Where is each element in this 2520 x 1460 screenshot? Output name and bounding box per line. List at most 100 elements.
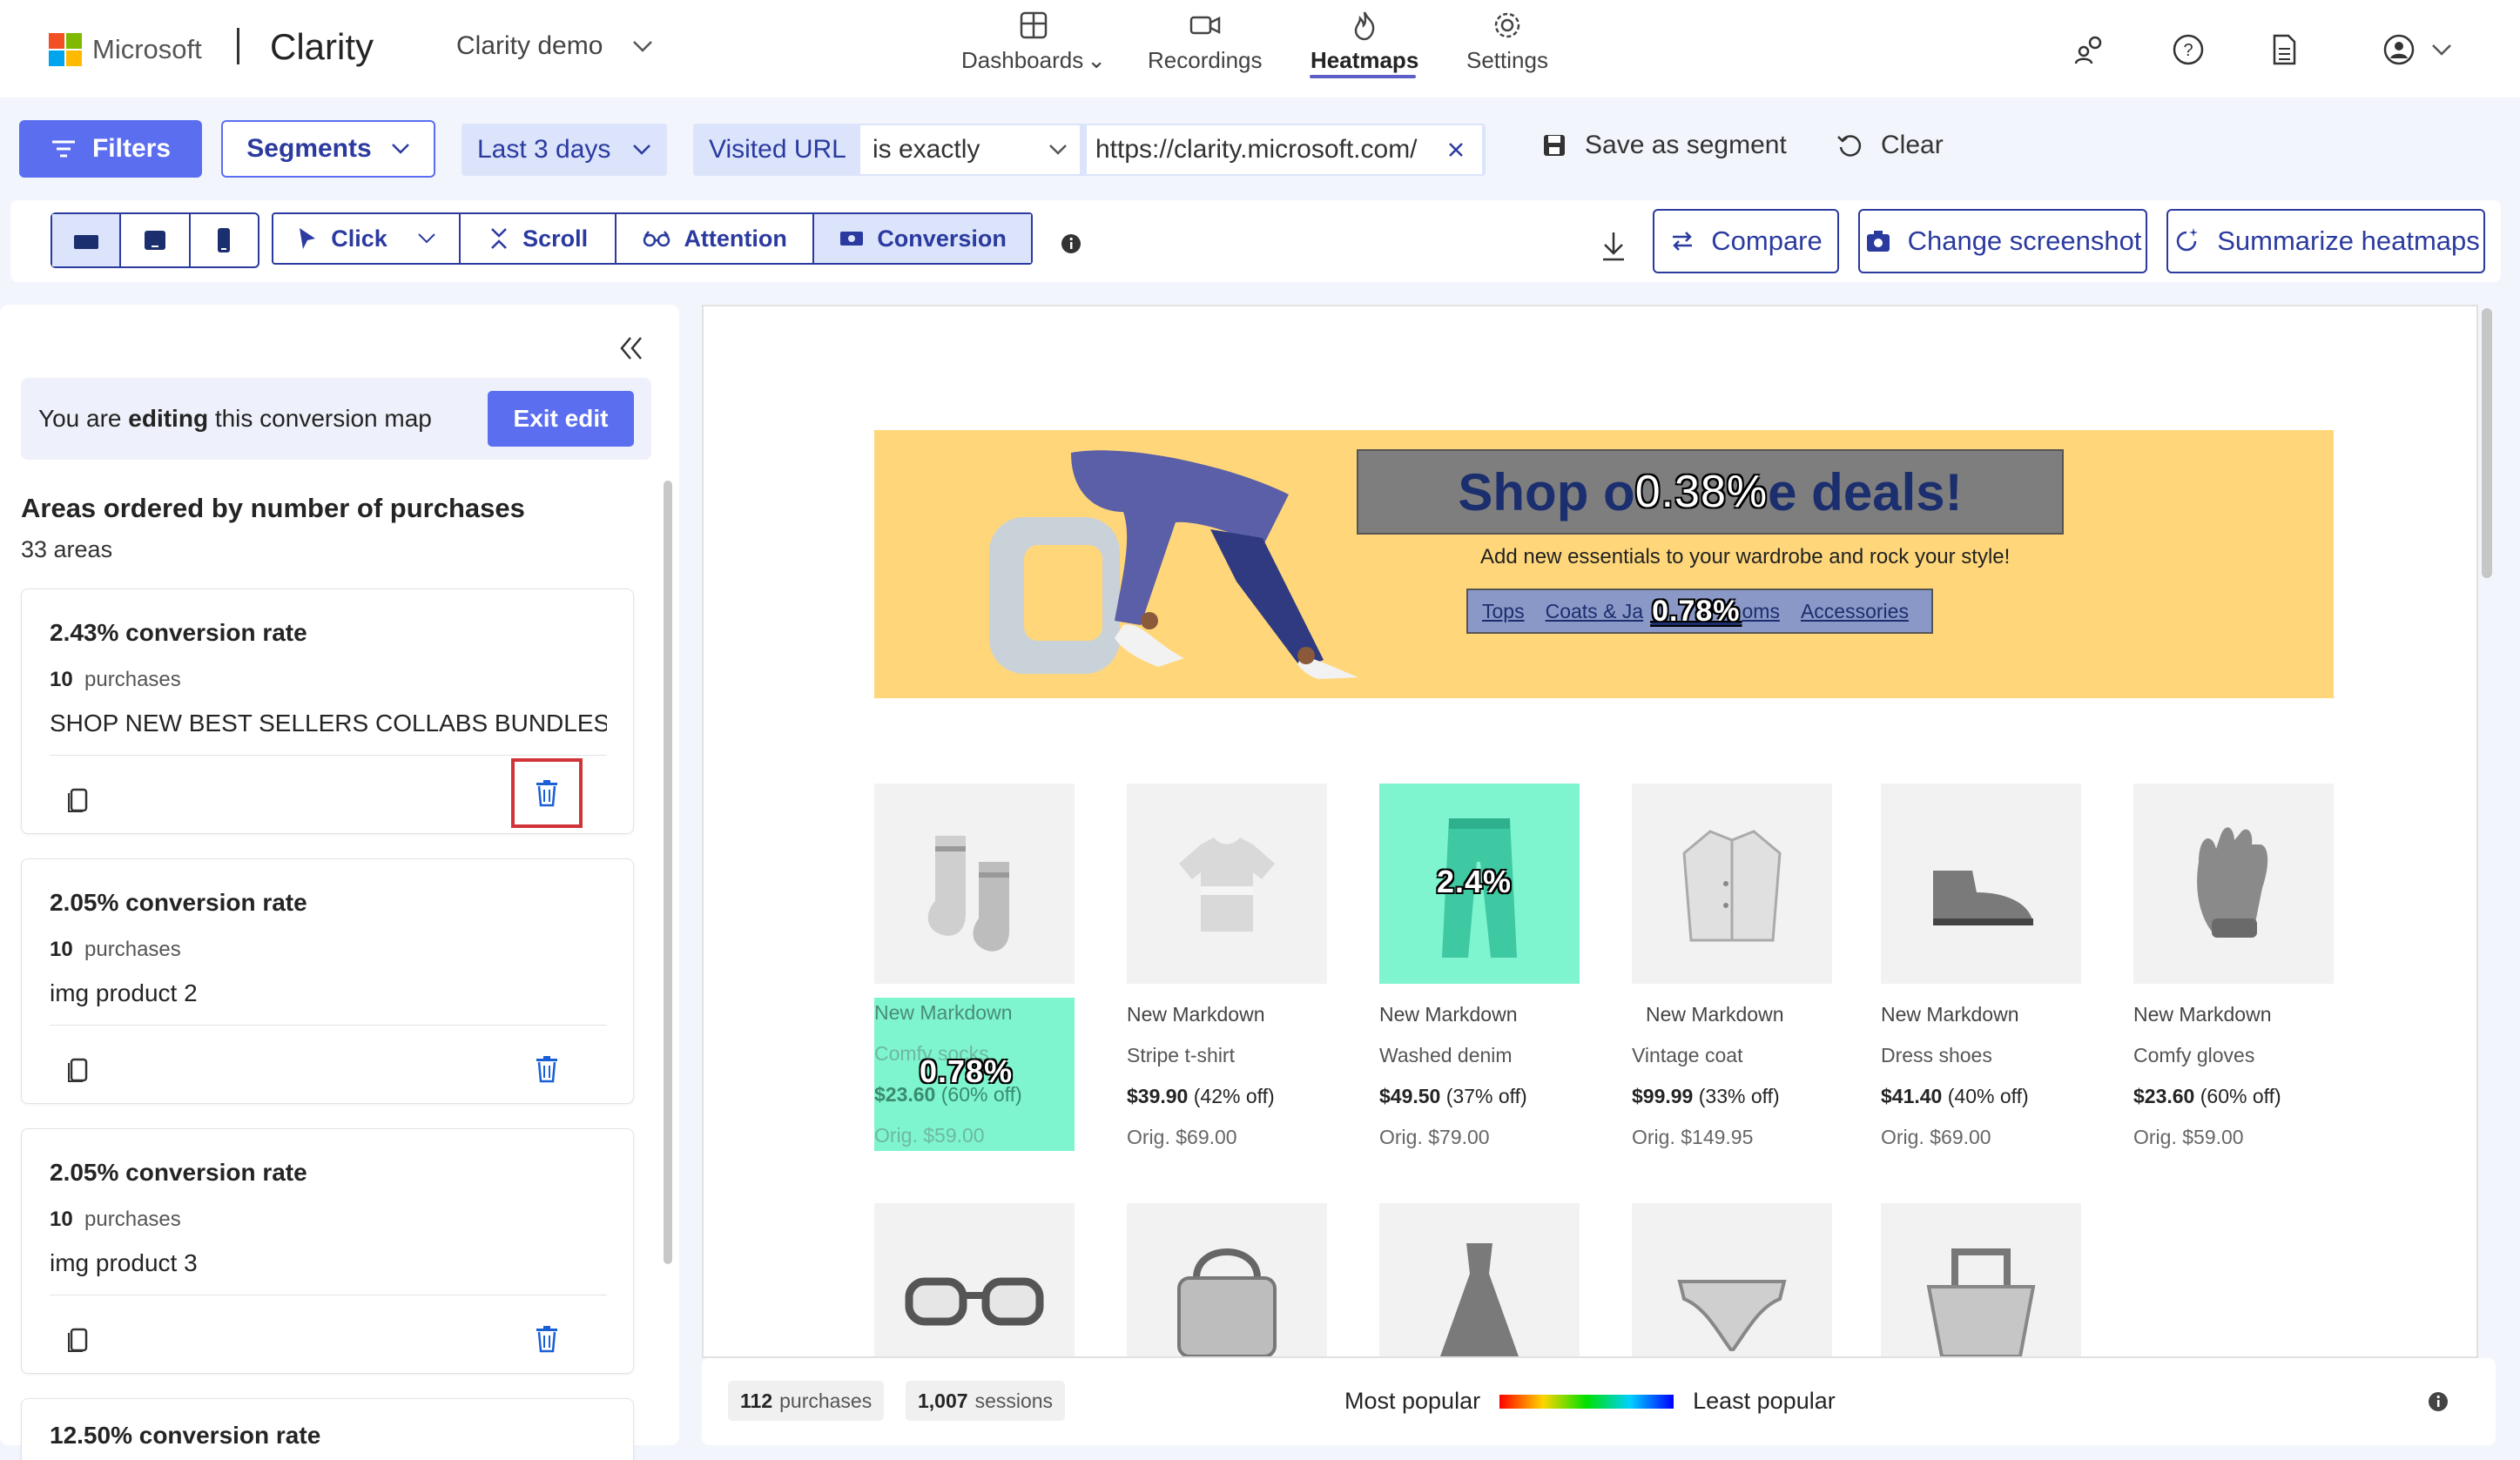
copy-icon[interactable] bbox=[65, 784, 91, 814]
purchases-count: 10 purchases bbox=[50, 1208, 181, 1231]
help-icon[interactable]: ? bbox=[2170, 31, 2207, 68]
clear-label: Clear bbox=[1881, 131, 1944, 159]
date-range-chip[interactable]: Last 3 days bbox=[462, 124, 667, 176]
area-name: img product 3 bbox=[50, 1249, 198, 1276]
nav-dashboards[interactable]: Dashboards ⌄ bbox=[961, 9, 1106, 74]
product-image bbox=[1632, 784, 1832, 984]
product-card[interactable]: New Markdown Comfy socks $23.60 (60% off… bbox=[874, 784, 1075, 1151]
edit-mode-banner: You are editing this conversion map Exit… bbox=[21, 378, 651, 460]
compare-label: Compare bbox=[1711, 225, 1823, 256]
area-card[interactable]: 2.43% conversion rate 10 purchases SHOP … bbox=[21, 589, 634, 834]
tablet-device-button[interactable] bbox=[121, 214, 191, 266]
svg-text:?: ? bbox=[2183, 41, 2193, 60]
product-name[interactable]: Clarity bbox=[270, 26, 374, 68]
summarize-heatmaps-button[interactable]: Summarize heatmaps bbox=[2166, 209, 2485, 273]
tshirt-icon bbox=[1179, 838, 1275, 932]
desktop-device-button[interactable] bbox=[52, 214, 122, 266]
mode-conversion[interactable]: Conversion bbox=[814, 214, 1031, 263]
area-name: SHOP NEW BEST SELLERS COLLABS BUNDLES AC… bbox=[50, 710, 607, 737]
banner-links[interactable]: Tops Coats & Ja 0.78% oms Accessories bbox=[1466, 589, 1933, 634]
tablet-icon bbox=[144, 231, 165, 250]
project-selector[interactable]: Clarity demo bbox=[456, 31, 653, 61]
change-screenshot-button[interactable]: Change screenshot bbox=[1858, 209, 2147, 273]
avatar-icon bbox=[2383, 34, 2415, 65]
segments-button[interactable]: Segments bbox=[221, 120, 435, 178]
panel-scrollbar[interactable] bbox=[664, 481, 672, 1264]
microsoft-logo[interactable]: Microsoft bbox=[49, 33, 202, 66]
nav-recordings[interactable]: Recordings bbox=[1148, 9, 1263, 74]
info-icon[interactable] bbox=[1061, 233, 1081, 254]
product-image bbox=[1881, 784, 2081, 984]
nav-settings[interactable]: Settings bbox=[1466, 9, 1548, 74]
active-nav-indicator bbox=[1310, 75, 1416, 78]
heat-percentage: 2.4% bbox=[1437, 864, 1513, 899]
operator-dropdown[interactable]: is exactly bbox=[860, 125, 1080, 174]
heat-percentage: 0.38% bbox=[1634, 467, 1769, 517]
product-image[interactable] bbox=[874, 1203, 1075, 1356]
product-name: Vintage coat bbox=[1632, 1044, 1743, 1066]
double-chevron-left-icon[interactable] bbox=[617, 334, 646, 362]
delete-area-button[interactable] bbox=[511, 758, 583, 828]
product-tag: New Markdown bbox=[874, 1001, 1013, 1024]
product-image[interactable] bbox=[1881, 1203, 2081, 1356]
product-image[interactable] bbox=[1379, 1203, 1580, 1356]
product-tag: New Markdown bbox=[2133, 1003, 2272, 1026]
link-accessories[interactable]: Accessories bbox=[1801, 600, 1909, 623]
link-tops[interactable]: Tops bbox=[1482, 600, 1525, 623]
account-menu[interactable] bbox=[2381, 31, 2452, 68]
mobile-device-button[interactable] bbox=[191, 214, 258, 266]
bag-icon bbox=[1177, 1248, 1277, 1356]
banner-subtitle: Add new essentials to your wardrobe and … bbox=[1480, 545, 2011, 569]
product-name: Washed denim bbox=[1379, 1044, 1513, 1066]
url-value-field[interactable]: https://clarity.microsoft.com/ bbox=[1087, 125, 1482, 174]
banner-title-area[interactable]: Shop o 0.38% e deals! bbox=[1357, 449, 2064, 535]
mode-attention[interactable]: Attention bbox=[617, 214, 815, 263]
clear-button[interactable]: Clear bbox=[1836, 131, 1944, 160]
product-card[interactable]: 2.4% New Markdown Washed denim $49.50 (3… bbox=[1379, 784, 1580, 1149]
document-icon[interactable] bbox=[2266, 31, 2302, 68]
product-tag: New Markdown bbox=[1881, 1003, 2019, 1026]
chevron-down-icon bbox=[633, 41, 653, 52]
areas-title: Areas ordered by number of purchases bbox=[21, 493, 525, 523]
copy-icon[interactable] bbox=[65, 1324, 91, 1354]
delete-area-button[interactable] bbox=[527, 1319, 567, 1359]
save-segment-button[interactable]: Save as segment bbox=[1541, 131, 1787, 160]
filters-button[interactable]: Filters bbox=[19, 120, 202, 178]
banner-title-left: Shop o bbox=[1458, 462, 1635, 521]
video-camera-icon bbox=[1189, 16, 1220, 35]
product-image[interactable] bbox=[1127, 1203, 1327, 1356]
purchases-count: 10 purchases bbox=[50, 938, 181, 961]
flame-icon bbox=[1354, 11, 1375, 41]
copy-icon[interactable] bbox=[65, 1054, 91, 1084]
mode-label: Scroll bbox=[522, 225, 589, 252]
close-icon[interactable] bbox=[1445, 139, 1466, 160]
product-card[interactable]: New Markdown Dress shoes $41.40 (40% off… bbox=[1881, 784, 2081, 1149]
product-orig-price: Orig. $149.95 bbox=[1632, 1126, 1754, 1148]
swap-icon bbox=[1673, 232, 1693, 251]
area-card[interactable]: 2.05% conversion rate 10 purchases img p… bbox=[21, 1128, 634, 1374]
mode-scroll[interactable]: Scroll bbox=[461, 214, 617, 263]
delete-area-button[interactable] bbox=[527, 1049, 567, 1089]
area-card[interactable]: 2.05% conversion rate 10 purchases img p… bbox=[21, 858, 634, 1104]
area-card[interactable]: 12.50% conversion rate bbox=[21, 1398, 634, 1460]
product-card[interactable]: New Markdown Stripe t-shirt $39.90 (42% … bbox=[1127, 784, 1327, 1149]
product-card[interactable]: New Markdown Vintage coat $99.99 (33% of… bbox=[1632, 784, 1832, 1149]
download-icon[interactable] bbox=[1599, 230, 1628, 263]
nav-label: Dashboards bbox=[961, 47, 1084, 73]
nav-heatmaps[interactable]: Heatmaps bbox=[1311, 9, 1418, 74]
link-bottoms[interactable]: oms bbox=[1742, 600, 1780, 623]
heat-area[interactable]: New Markdown Comfy socks $23.60 (60% off… bbox=[874, 998, 1075, 1151]
money-icon bbox=[840, 232, 864, 246]
desktop-icon bbox=[73, 235, 98, 249]
product-image[interactable] bbox=[1632, 1203, 1832, 1356]
link-coats[interactable]: Coats & Ja bbox=[1546, 600, 1644, 623]
share-users-icon[interactable] bbox=[2072, 31, 2109, 68]
chevron-down-icon bbox=[2432, 44, 2451, 56]
product-card[interactable]: New Markdown Comfy gloves $23.60 (60% of… bbox=[2133, 784, 2334, 1149]
preview-scrollbar[interactable] bbox=[2482, 308, 2492, 578]
compare-button[interactable]: Compare bbox=[1653, 209, 1839, 273]
heat-percentage: 0.78% bbox=[1652, 594, 1741, 628]
mode-click[interactable]: Click bbox=[273, 214, 462, 263]
exit-edit-button[interactable]: Exit edit bbox=[488, 391, 634, 447]
info-icon[interactable] bbox=[2428, 1391, 2449, 1412]
